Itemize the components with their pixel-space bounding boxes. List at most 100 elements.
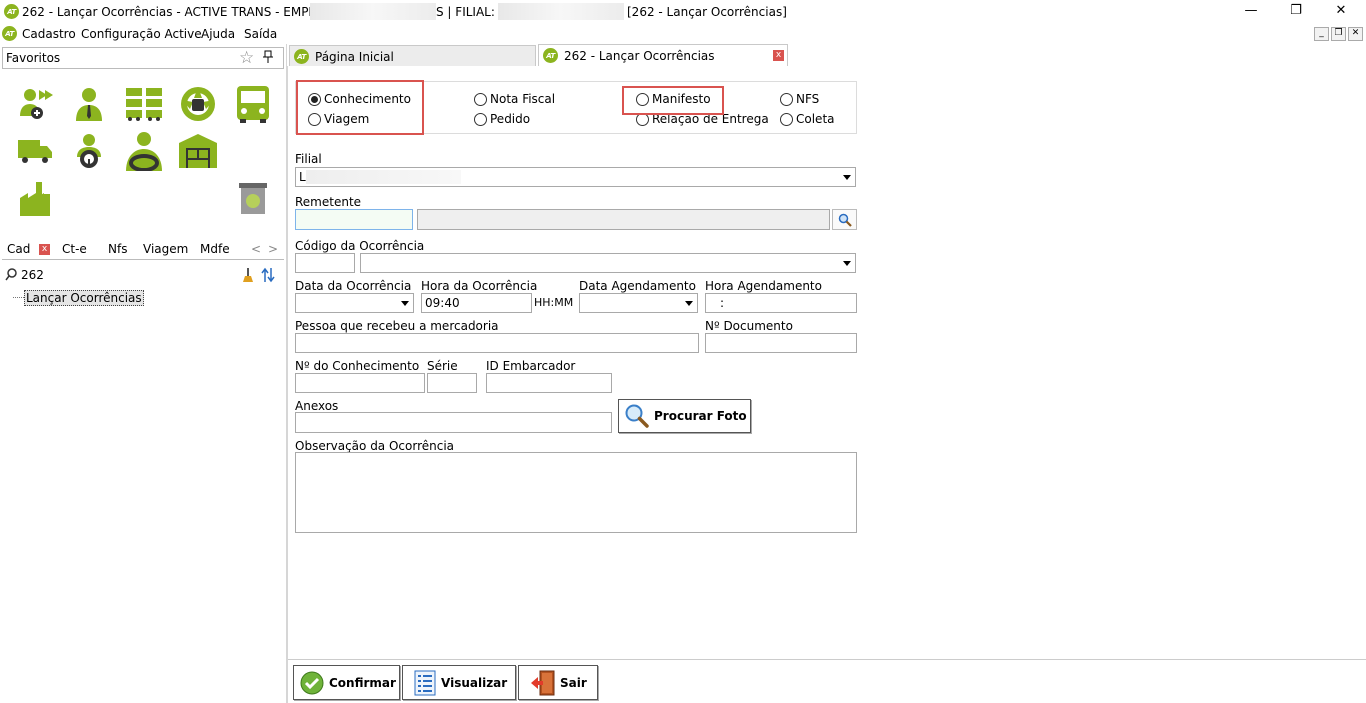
- delivery-truck-icon[interactable]: [15, 131, 55, 171]
- tab-nfs[interactable]: Nfs: [108, 242, 127, 256]
- window-title-mid: S | FILIAL:: [436, 5, 495, 19]
- embarcador-label: ID Embarcador: [486, 359, 576, 373]
- redacted-filial: [306, 170, 461, 184]
- warehouse-icon[interactable]: [178, 131, 218, 171]
- data-ocorrencia-label: Data da Ocorrência: [295, 279, 412, 293]
- hora-ocorrencia-input[interactable]: 09:40: [421, 293, 532, 313]
- close-button[interactable]: ✕: [1318, 0, 1364, 24]
- tab-pagina-inicial-label: Página Inicial: [315, 50, 394, 64]
- sair-button[interactable]: Sair: [518, 665, 598, 700]
- check-icon: [300, 671, 324, 694]
- highlight-box-conhecimento: [296, 80, 424, 135]
- tab-cte[interactable]: Ct-e: [62, 242, 87, 256]
- menu-ajuda[interactable]: Ajuda: [201, 27, 235, 41]
- tab-mdfe[interactable]: Mdfe: [200, 242, 230, 256]
- data-agendamento-label: Data Agendamento: [579, 279, 696, 293]
- minimize-button[interactable]: —: [1228, 0, 1274, 24]
- documento-input[interactable]: [705, 333, 857, 353]
- filial-select[interactable]: L: [295, 167, 856, 187]
- radio-nota-fiscal[interactable]: Nota Fiscal: [474, 92, 555, 106]
- close-icon[interactable]: x: [39, 244, 50, 255]
- tab-cad[interactable]: Cad: [7, 242, 30, 256]
- menu-logo-icon: AT: [2, 26, 17, 41]
- tab-pagina-inicial[interactable]: AT Página Inicial: [289, 45, 536, 66]
- redacted-company: [310, 3, 436, 20]
- chevron-left-icon[interactable]: <: [251, 242, 261, 256]
- person-tie-icon[interactable]: [69, 84, 109, 124]
- hhmm-label: HH:MM: [534, 296, 574, 309]
- pin-icon[interactable]: [263, 50, 273, 67]
- mdi-restore-button[interactable]: ❐: [1331, 27, 1346, 41]
- driver-icon[interactable]: [69, 131, 109, 171]
- truck-fleet-icon[interactable]: [124, 84, 164, 124]
- remetente-code-input[interactable]: [295, 209, 413, 230]
- menu-bar: AT Cadastro Configuração Active Ajuda Sa…: [0, 24, 1366, 44]
- codigo-ocorrencia-label: Código da Ocorrência: [295, 239, 425, 253]
- tree-search: 262: [2, 266, 284, 286]
- category-tabs: Cad x Ct-e Nfs Viagem Mdfe < >: [2, 239, 284, 260]
- chevron-down-icon: [401, 301, 409, 306]
- tab-viagem[interactable]: Viagem: [143, 242, 188, 256]
- procurar-foto-button[interactable]: Procurar Foto: [618, 399, 751, 433]
- radio-coleta[interactable]: Coleta: [780, 112, 835, 126]
- action-bar: Confirmar Visualizar Sair: [288, 659, 1366, 703]
- sort-icon[interactable]: [261, 267, 275, 286]
- hora-ocorrencia-label: Hora da Ocorrência: [421, 279, 538, 293]
- close-icon[interactable]: x: [773, 50, 784, 61]
- chevron-down-icon: [843, 175, 851, 180]
- search-icon: [5, 268, 18, 284]
- conhecimento-label: Nº do Conhecimento: [295, 359, 420, 373]
- document-tabs: AT Página Inicial AT 262 - Lançar Ocorrê…: [287, 44, 1366, 66]
- highlight-box-manifesto: [622, 86, 724, 115]
- data-ocorrencia-picker[interactable]: [295, 293, 414, 313]
- confirmar-button[interactable]: Confirmar: [293, 665, 400, 700]
- observacao-textarea[interactable]: [295, 452, 857, 533]
- menu-cadastro[interactable]: Cadastro: [22, 27, 76, 41]
- mdi-close-button[interactable]: ✕: [1348, 27, 1363, 41]
- pessoa-input[interactable]: [295, 333, 699, 353]
- steering-wheel-icon[interactable]: [178, 84, 218, 124]
- filial-label: Filial: [295, 152, 322, 166]
- remetente-name-input: [417, 209, 830, 230]
- radio-pedido[interactable]: Pedido: [474, 112, 530, 126]
- tab-lancar-ocorrencias[interactable]: AT 262 - Lançar Ocorrências x: [538, 44, 788, 66]
- user-arrow-icon[interactable]: [15, 84, 55, 124]
- driver-seat-icon[interactable]: [124, 131, 164, 171]
- tab-lancar-ocorrencias-label: 262 - Lançar Ocorrências: [564, 49, 715, 63]
- recycle-bin-icon[interactable]: [233, 178, 273, 218]
- bus-front-icon[interactable]: [233, 84, 273, 124]
- favorites-title: Favoritos: [6, 51, 61, 65]
- chevron-right-icon[interactable]: >: [268, 242, 278, 256]
- list-icon: [414, 670, 436, 695]
- search-icon: [838, 213, 852, 227]
- tree-item-lancar-ocorrencias[interactable]: Lançar Ocorrências: [24, 290, 144, 306]
- pessoa-label: Pessoa que recebeu a mercadoria: [295, 319, 499, 333]
- factory-icon[interactable]: [15, 178, 55, 218]
- search-input[interactable]: 262: [21, 268, 44, 282]
- serie-input[interactable]: [427, 373, 477, 393]
- data-agendamento-picker[interactable]: [579, 293, 698, 313]
- serie-label: Série: [427, 359, 458, 373]
- star-icon[interactable]: ☆: [239, 48, 254, 68]
- visualizar-button[interactable]: Visualizar: [402, 665, 516, 700]
- exit-door-icon: [531, 670, 555, 695]
- chevron-down-icon: [685, 301, 693, 306]
- chevron-down-icon: [843, 261, 851, 266]
- remetente-label: Remetente: [295, 195, 362, 209]
- codigo-ocorrencia-select[interactable]: [360, 253, 856, 273]
- mdi-minimize-button[interactable]: _: [1314, 27, 1329, 41]
- favorites-header: Favoritos ☆: [2, 47, 284, 69]
- radio-nfs[interactable]: NFS: [780, 92, 819, 106]
- menu-saida[interactable]: Saída: [244, 27, 277, 41]
- codigo-ocorrencia-input[interactable]: [295, 253, 355, 273]
- anexos-input[interactable]: [295, 412, 612, 433]
- restore-button[interactable]: ❐: [1273, 0, 1319, 24]
- remetente-search-button[interactable]: [832, 209, 857, 230]
- tab-logo-icon: AT: [294, 49, 309, 64]
- hora-agendamento-input[interactable]: :: [705, 293, 857, 313]
- conhecimento-input[interactable]: [295, 373, 425, 393]
- broom-icon[interactable]: [242, 267, 254, 286]
- anexos-label: Anexos: [295, 399, 339, 413]
- menu-configuracao[interactable]: Configuração Active: [81, 27, 202, 41]
- embarcador-input[interactable]: [486, 373, 612, 393]
